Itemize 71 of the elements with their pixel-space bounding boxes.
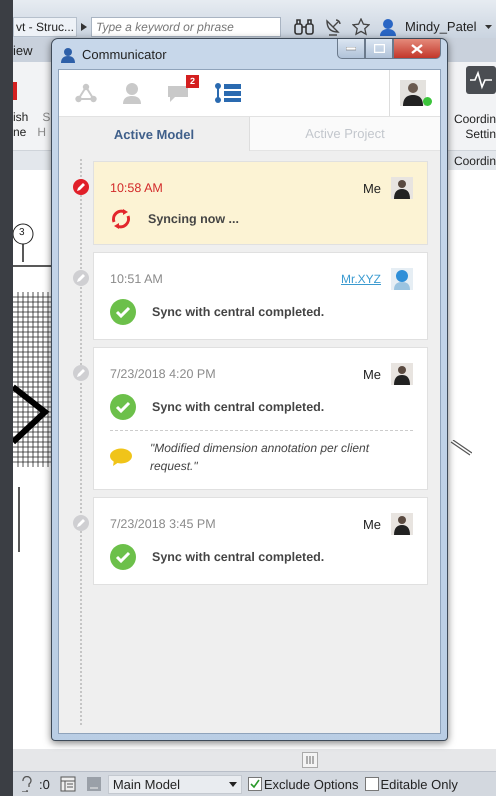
timeline-list-icon xyxy=(215,83,241,103)
author-name: Me xyxy=(362,366,381,382)
caret-icon xyxy=(228,782,237,786)
grid-bubble-label: 3 xyxy=(19,227,25,238)
avatar-icon xyxy=(391,268,413,290)
author-name: Me xyxy=(362,516,381,532)
timestamp: 7/23/2018 3:45 PM xyxy=(110,517,216,531)
worksets-icon[interactable] xyxy=(60,776,76,792)
timeline-marker-icon xyxy=(72,514,90,532)
checkbox-label: Editable Only xyxy=(380,776,458,792)
window-title: Communicator xyxy=(82,47,167,62)
ribbon-button-label[interactable]: Coordin xyxy=(454,112,496,127)
maximize-icon xyxy=(374,44,384,53)
tab[interactable]: Active Model xyxy=(59,117,250,151)
binoculars-icon[interactable] xyxy=(294,18,314,34)
check-icon xyxy=(110,394,136,420)
section-line xyxy=(450,440,472,458)
toolbar-button[interactable]: 2 xyxy=(165,75,199,105)
panel-title: Coordin xyxy=(454,154,496,168)
ribbon-button-label[interactable]: ish xyxy=(13,110,28,125)
star-icon[interactable] xyxy=(352,18,370,36)
avatar-icon[interactable] xyxy=(400,80,426,106)
checkmark-icon xyxy=(248,778,261,790)
waveform-icon[interactable] xyxy=(466,66,496,94)
checkbox-label: Exclude Options xyxy=(264,776,359,792)
document-title: vt - Struc... xyxy=(13,16,78,36)
avatar-icon xyxy=(391,177,413,199)
timestamp: 7/23/2018 4:20 PM xyxy=(110,367,216,381)
status-message: Sync with central completed. xyxy=(152,305,324,319)
filter-count: :0 xyxy=(39,776,50,792)
network-icon xyxy=(75,83,97,103)
ribbon-tab[interactable]: iew xyxy=(13,42,33,58)
checkbox[interactable] xyxy=(364,777,379,791)
toolbar-button[interactable] xyxy=(213,81,243,105)
ribbon-button-label[interactable]: Settin xyxy=(465,127,496,142)
avatar-icon xyxy=(391,513,413,535)
checkbox[interactable] xyxy=(248,777,262,791)
status-message: Syncing now ... xyxy=(148,212,239,226)
user-name[interactable]: Mindy_Patel xyxy=(405,19,477,34)
sync-icon xyxy=(110,208,132,230)
avatar-icon xyxy=(391,363,413,385)
caret-icon[interactable] xyxy=(485,24,492,28)
timeline-marker-icon xyxy=(72,269,90,287)
timeline-marker-icon xyxy=(72,364,90,382)
minimize-icon xyxy=(346,46,356,50)
status-message: Sync with central completed. xyxy=(152,550,324,564)
timeline-marker-icon xyxy=(72,178,90,196)
app-icon xyxy=(60,47,76,63)
user-icon[interactable] xyxy=(380,18,396,36)
chat-icon xyxy=(167,83,189,103)
horizontal-scrollbar[interactable] xyxy=(13,749,496,771)
maximize-button[interactable] xyxy=(365,39,393,59)
author-name: Me xyxy=(362,180,381,196)
check-icon xyxy=(110,299,136,325)
minimize-button[interactable] xyxy=(337,39,365,59)
expand-arrow-icon[interactable] xyxy=(81,22,88,30)
timestamp: 10:58 AM xyxy=(110,181,163,195)
ribbon-button-label[interactable]: ne xyxy=(13,125,28,140)
notification-badge: 2 xyxy=(186,75,199,88)
user-icon xyxy=(123,82,141,104)
satellite-icon[interactable] xyxy=(324,18,342,36)
close-icon xyxy=(411,44,423,54)
close-button[interactable] xyxy=(393,39,441,59)
comment-icon xyxy=(110,448,132,466)
status-message: Sync with central completed. xyxy=(152,400,324,414)
check-icon xyxy=(110,544,136,570)
scroll-thumb-icon[interactable] xyxy=(302,752,318,768)
timestamp: 10:51 AM xyxy=(110,272,163,286)
search-field[interactable]: Type a keyword or phrase xyxy=(91,16,282,36)
comment-text: "Modified dimension annotation per client request." xyxy=(150,440,370,475)
workset-dropdown[interactable]: Main Model xyxy=(108,774,242,794)
